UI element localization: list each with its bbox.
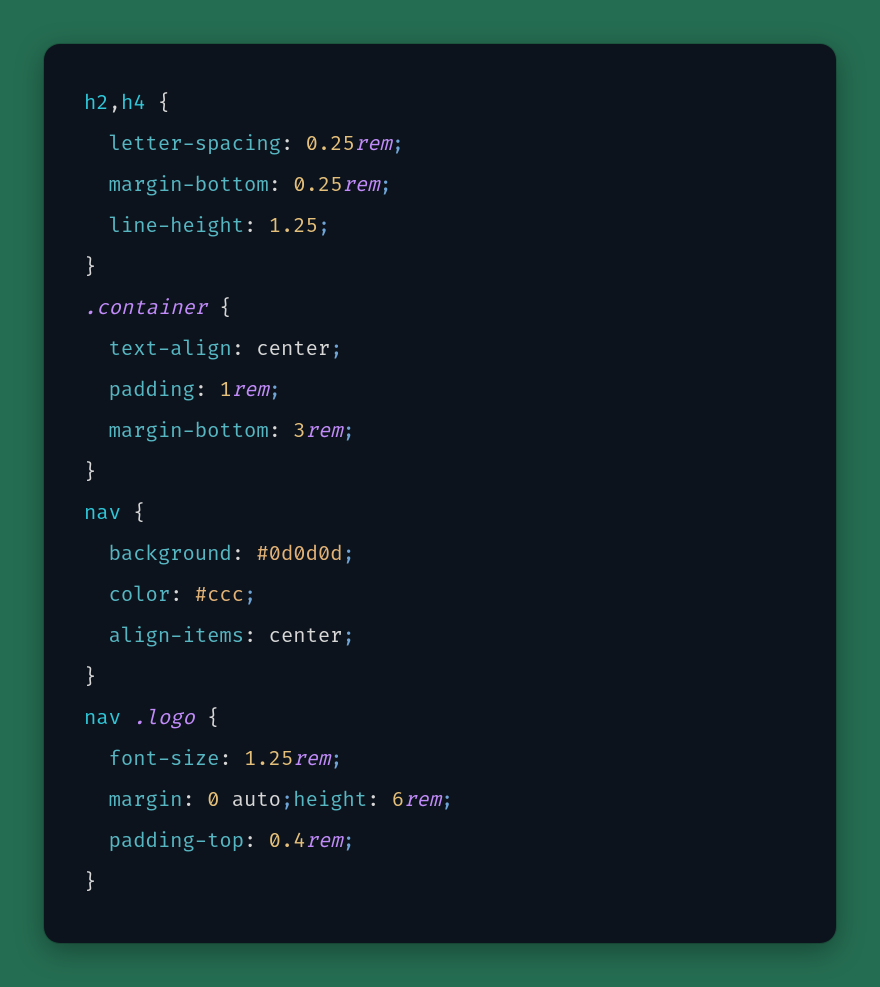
css-source: h2,h4 { letter-spacing: 0.25rem; margin-…	[84, 84, 796, 904]
code-block: h2,h4 { letter-spacing: 0.25rem; margin-…	[44, 44, 836, 943]
